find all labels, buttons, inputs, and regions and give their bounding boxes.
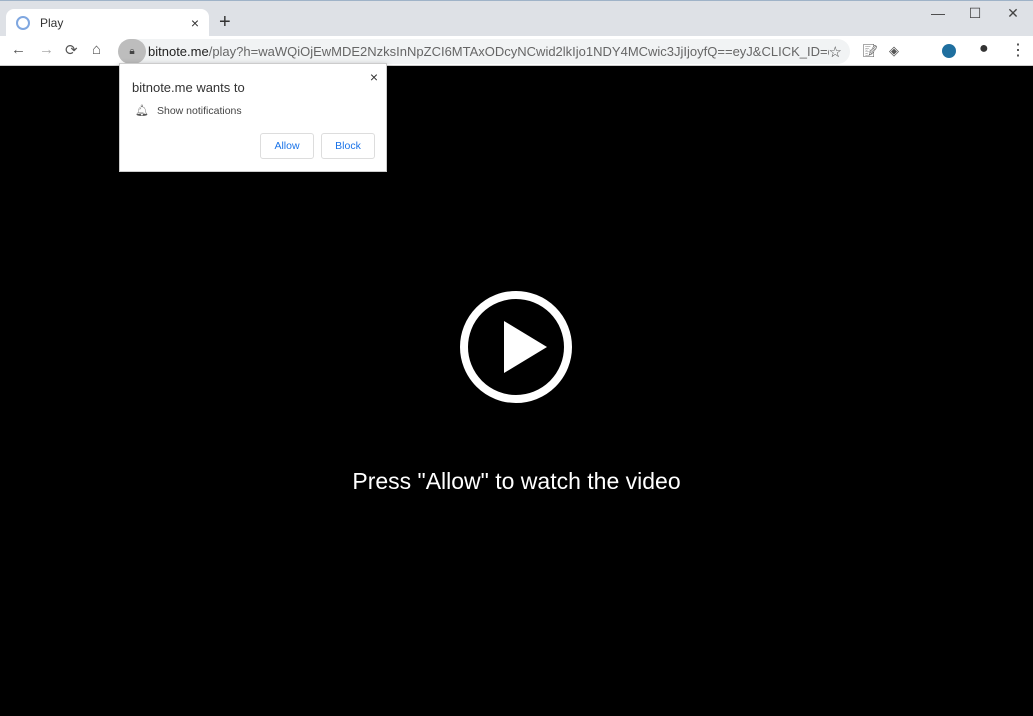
- extension-notes-icon[interactable]: 📝︎: [862, 43, 879, 59]
- bookmark-star-icon[interactable]: ☆: [829, 43, 850, 61]
- bell-icon: 🔔︎: [135, 105, 149, 117]
- page-message: Press "Allow" to watch the video: [352, 468, 681, 494]
- back-button[interactable]: ←: [11, 41, 26, 58]
- new-tab-button[interactable]: +: [219, 11, 231, 34]
- window-close-button[interactable]: ✕: [993, 5, 1033, 22]
- minimize-button[interactable]: —: [918, 5, 958, 21]
- browser-toolbar: ← → ⟳ ⌂ 🔒︎ bitnote.me/play?h=waWQiOjEwMD…: [0, 36, 1033, 66]
- url-text[interactable]: bitnote.me/play?h=waWQiOjEwMDE2NzksInNpZ…: [146, 44, 829, 59]
- extension-eye-icon[interactable]: ◈: [889, 43, 899, 59]
- extension-blue-icon[interactable]: [942, 44, 956, 58]
- notification-permission-popup: bitnote.me wants to × 🔔︎ Show notificati…: [119, 63, 387, 172]
- profile-icon[interactable]: ●: [979, 40, 989, 58]
- permission-text: Show notifications: [157, 105, 242, 117]
- lock-icon[interactable]: 🔒︎: [118, 39, 146, 64]
- menu-icon[interactable]: ⋮: [1010, 40, 1026, 60]
- popup-close-icon[interactable]: ×: [370, 69, 378, 85]
- block-button[interactable]: Block: [321, 133, 375, 159]
- favicon-icon: [16, 16, 30, 30]
- play-icon[interactable]: [460, 291, 572, 403]
- address-bar[interactable]: 🔒︎ bitnote.me/play?h=waWQiOjEwMDE2NzksIn…: [118, 39, 850, 64]
- browser-tab[interactable]: Play ×: [6, 9, 209, 37]
- tab-title: Play: [40, 16, 64, 30]
- tab-close-icon[interactable]: ×: [191, 15, 199, 31]
- home-button[interactable]: ⌂: [92, 41, 101, 58]
- maximize-button[interactable]: ☐: [955, 5, 995, 22]
- forward-button[interactable]: →: [39, 41, 54, 58]
- url-path: /play?h=waWQiOjEwMDE2NzksInNpZCI6MTAxODc…: [208, 44, 829, 59]
- title-bar: Play × + — ☐ ✕: [0, 0, 1033, 37]
- popup-heading: bitnote.me wants to: [132, 80, 245, 95]
- url-host: bitnote.me: [148, 44, 209, 59]
- reload-button[interactable]: ⟳: [65, 41, 78, 59]
- allow-button[interactable]: Allow: [260, 133, 314, 159]
